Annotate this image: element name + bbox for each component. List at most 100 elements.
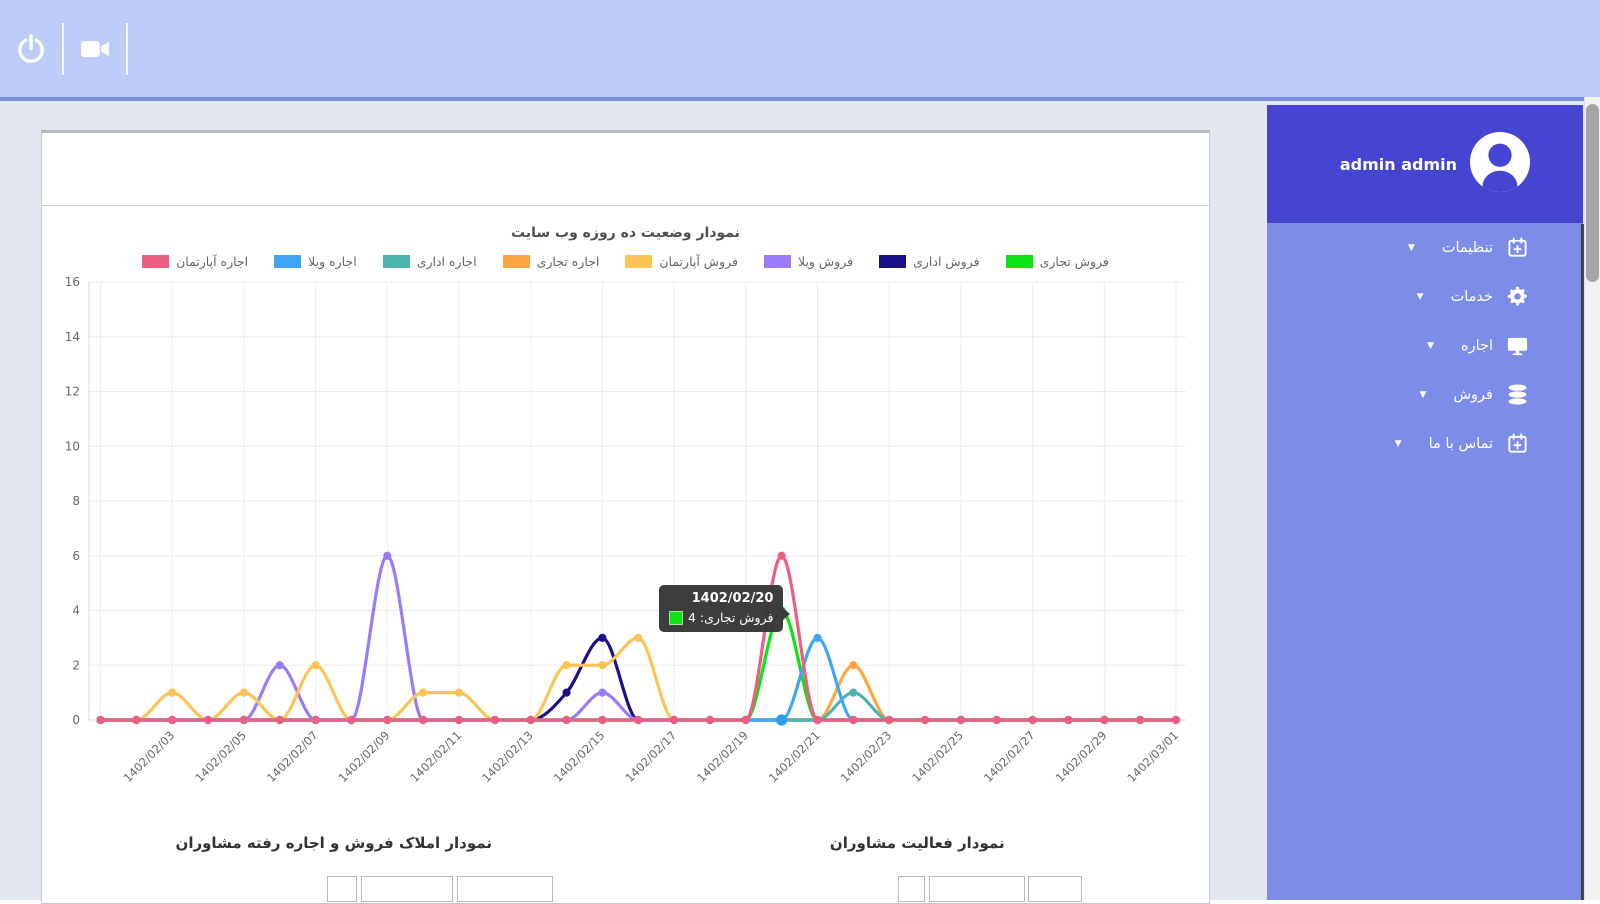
data-point — [491, 716, 499, 724]
power-icon[interactable] — [14, 32, 48, 66]
series-line — [101, 556, 1177, 720]
data-point — [132, 716, 140, 724]
filter-box-wide-left[interactable] — [457, 876, 553, 902]
data-point — [562, 661, 570, 669]
sidebar-user-header[interactable]: admin admin — [1267, 105, 1583, 223]
data-point — [204, 716, 212, 724]
data-point — [634, 716, 642, 724]
legend-item[interactable]: فروش ویلا — [764, 254, 853, 269]
data-point — [527, 716, 535, 724]
data-point — [706, 716, 714, 724]
data-point — [240, 716, 248, 724]
series-line — [101, 665, 1177, 720]
chevron-down-icon: ▼ — [1427, 341, 1434, 351]
sidebar-item-settings[interactable]: ▼ تنظیمات — [1267, 223, 1583, 272]
legend-item[interactable]: اجاره ویلا — [274, 254, 357, 269]
svg-text:1402/02/11: 1402/02/11 — [407, 728, 464, 785]
legend-swatch — [274, 255, 301, 268]
data-point — [742, 716, 750, 724]
series-line — [101, 638, 1177, 720]
page-scrollbar-track[interactable] — [1584, 97, 1600, 900]
filter-box-small-right[interactable] — [898, 876, 925, 902]
data-point — [1136, 716, 1144, 724]
data-point — [276, 716, 284, 724]
data-point — [204, 716, 212, 724]
data-point — [670, 716, 678, 724]
filter-box-mid-left[interactable] — [361, 876, 453, 902]
data-point — [562, 716, 570, 724]
data-point — [1172, 716, 1180, 724]
data-point — [778, 716, 786, 724]
data-point — [1172, 716, 1180, 724]
data-point — [383, 716, 391, 724]
legend-label: اجاره تجاری — [537, 254, 600, 269]
legend-item[interactable]: اجاره اداری — [383, 254, 477, 269]
data-point — [1100, 716, 1108, 724]
data-point — [204, 716, 212, 724]
data-point — [1172, 716, 1180, 724]
data-point — [347, 716, 355, 724]
series-line — [101, 611, 1177, 721]
legend-item[interactable]: اجاره آپارتمان — [142, 254, 248, 269]
data-point — [419, 716, 427, 724]
data-point — [957, 716, 965, 724]
video-camera-icon[interactable] — [78, 32, 112, 66]
legend-item[interactable]: فروش اداری — [879, 254, 979, 269]
sidebar-item-contact-us[interactable]: ▼ تماس با ما — [1267, 419, 1583, 468]
svg-text:8: 8 — [72, 494, 80, 508]
data-point — [562, 716, 570, 724]
data-point — [312, 716, 320, 724]
data-point — [813, 716, 821, 724]
filter-box-small-left[interactable] — [327, 876, 357, 902]
data-point — [527, 716, 535, 724]
main-content-panel: نمودار وضعیت ده روزه وب سایت اجاره آپارت… — [41, 130, 1210, 904]
filter-box-wide-right[interactable] — [1028, 876, 1082, 902]
data-point — [957, 716, 965, 724]
page-scrollbar-thumb[interactable] — [1586, 104, 1599, 282]
data-point — [742, 716, 750, 724]
legend-swatch — [764, 255, 791, 268]
data-point — [993, 716, 1001, 724]
data-point — [455, 689, 463, 697]
data-point — [1029, 716, 1037, 724]
data-point — [813, 716, 821, 724]
data-point — [670, 716, 678, 724]
legend-item[interactable]: فروش آپارتمان — [625, 254, 738, 269]
svg-text:1402/02/15: 1402/02/15 — [551, 728, 608, 785]
data-point — [1064, 716, 1072, 724]
data-point — [168, 716, 176, 724]
data-point — [1029, 716, 1037, 724]
sidebar-item-label: اجاره — [1461, 338, 1493, 354]
data-point — [885, 716, 893, 724]
data-point — [921, 716, 929, 724]
legend-label: اجاره ویلا — [308, 254, 357, 269]
svg-text:1402/02/13: 1402/02/13 — [479, 728, 536, 785]
series-line — [101, 638, 1177, 720]
data-point — [527, 716, 535, 724]
legend-label: اجاره اداری — [417, 254, 477, 269]
sidebar-item-rent[interactable]: ▼ اجاره — [1267, 321, 1583, 370]
user-avatar[interactable] — [1469, 131, 1531, 197]
data-point — [813, 716, 821, 724]
legend-item[interactable]: فروش تجاری — [1006, 254, 1109, 269]
data-point — [1064, 716, 1072, 724]
series-line — [101, 693, 1177, 720]
filter-box-mid-right[interactable] — [929, 876, 1025, 902]
data-point — [240, 689, 248, 697]
sidebar-item-sale[interactable]: ▼ فروش — [1267, 370, 1583, 419]
user-name: admin admin — [1340, 155, 1457, 174]
data-point — [132, 716, 140, 724]
sidebar: admin admin ▼ تنظیمات — [1267, 105, 1583, 900]
data-point — [419, 716, 427, 724]
data-point — [778, 716, 786, 724]
legend-item[interactable]: اجاره تجاری — [503, 254, 600, 269]
legend-swatch — [142, 255, 169, 268]
sidebar-item-services[interactable]: ▼ خدمات — [1267, 272, 1583, 321]
tooltip-value-text: فروش تجاری: 4 — [688, 610, 773, 625]
data-point — [1029, 716, 1037, 724]
data-point — [921, 716, 929, 724]
legend-swatch — [625, 255, 652, 268]
svg-text:1402/02/17: 1402/02/17 — [622, 728, 679, 785]
data-point — [598, 716, 606, 724]
data-point — [778, 716, 786, 724]
